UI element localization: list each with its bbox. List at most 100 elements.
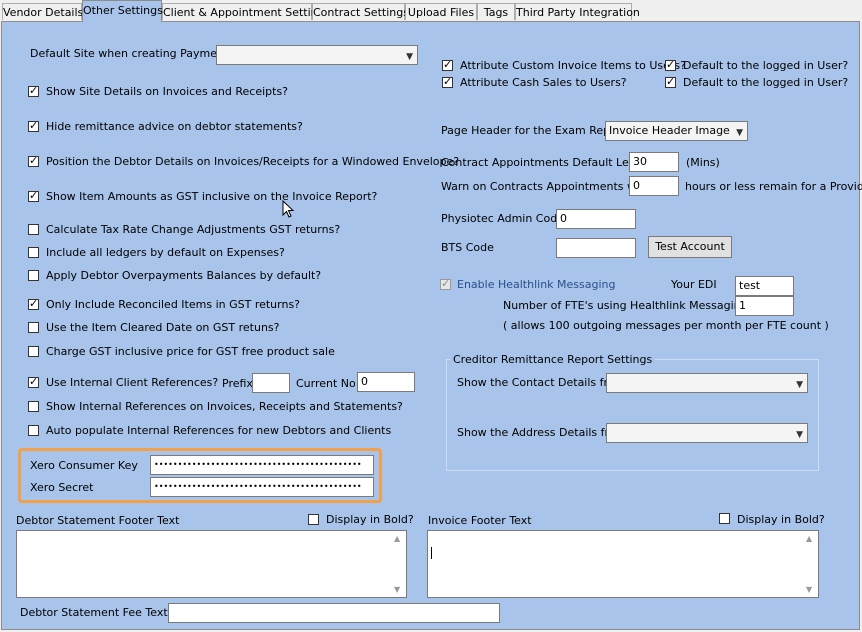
gst-inclusive-label: Show Item Amounts as GST inclusive on th… xyxy=(46,190,378,203)
internal-client-refs-label: Use Internal Client References? xyxy=(46,376,219,389)
show-internal-refs-label: Show Internal References on Invoices, Re… xyxy=(46,400,403,413)
your-edi-input[interactable]: test xyxy=(735,276,794,296)
hide-remittance-label: Hide remittance advice on debtor stateme… xyxy=(46,120,303,133)
include-ledgers-checkbox[interactable] xyxy=(28,247,39,258)
healthlink-label: Enable Healthlink Messaging xyxy=(457,278,616,291)
tab-upload-files[interactable]: Upload Files xyxy=(405,3,477,20)
invoice-footer-textarea[interactable]: ▲ ▼ xyxy=(427,530,819,598)
tab-third-party-integration[interactable]: Third Party Integration xyxy=(515,3,640,20)
text-caret xyxy=(431,547,432,559)
physiotec-input[interactable]: 0 xyxy=(556,209,636,229)
invoice-bold-checkbox[interactable] xyxy=(719,513,730,524)
tax-rate-change-checkbox[interactable] xyxy=(28,224,39,235)
fte-note: ( allows 100 outgoing messages per month… xyxy=(503,319,829,332)
mouse-pointer-icon xyxy=(282,200,294,218)
creditor-remittance-title: Creditor Remittance Report Settings xyxy=(450,353,656,366)
tab-strip: Vendor Details Other Settings Client & A… xyxy=(0,0,862,22)
show-site-details-label: Show Site Details on Invoices and Receip… xyxy=(46,85,289,98)
invoice-bold-label: Display in Bold? xyxy=(737,513,825,526)
chevron-down-icon: ▼ xyxy=(736,128,743,138)
fte-label: Number of FTE's using Healthlink Messagi… xyxy=(503,299,748,312)
prefix-input[interactable] xyxy=(252,373,290,393)
warn-contracts-label: Warn on Contracts Appointments when xyxy=(441,180,657,193)
prefix-label: Prefix xyxy=(222,377,253,390)
default-user-2-checkbox[interactable] xyxy=(665,75,676,88)
gst-inclusive-checkbox[interactable] xyxy=(28,189,39,202)
debtor-fee-label: Debtor Statement Fee Text xyxy=(20,606,168,619)
default-user-1-label: Default to the logged in User? xyxy=(683,59,849,72)
current-no-label: Current No xyxy=(296,377,356,390)
invoice-footer-scrollbar[interactable]: ▲ ▼ xyxy=(802,531,818,597)
tab-contract-settings[interactable]: Contract Settings xyxy=(312,3,409,20)
windowed-envelope-label: Position the Debtor Details on Invoices/… xyxy=(46,155,460,168)
debtor-footer-label: Debtor Statement Footer Text xyxy=(16,514,180,527)
xero-consumer-key-label: Xero Consumer Key xyxy=(30,459,138,472)
healthlink-checkbox[interactable] xyxy=(440,277,451,290)
contact-details-label: Show the Contact Details from xyxy=(457,376,626,389)
include-ledgers-label: Include all ledgers by default on Expens… xyxy=(46,246,285,259)
default-site-label: Default Site when creating Payments xyxy=(30,47,235,60)
default-user-2-label: Default to the logged in User? xyxy=(683,76,849,89)
default-user-1-checkbox[interactable] xyxy=(665,58,676,71)
test-account-button[interactable]: Test Account xyxy=(648,236,732,258)
attr-cash-sales-checkbox[interactable] xyxy=(442,75,453,88)
xero-consumer-key-input[interactable]: ••••••••••••••••••••••••••••••••••••••••… xyxy=(150,455,374,475)
scroll-down-icon[interactable]: ▼ xyxy=(394,585,400,594)
debtor-bold-checkbox[interactable] xyxy=(308,514,319,525)
contract-length-unit: (Mins) xyxy=(686,156,720,169)
physiotec-label: Physiotec Admin Code xyxy=(441,212,564,225)
bts-code-label: BTS Code xyxy=(441,241,494,254)
default-site-select[interactable]: ▼ xyxy=(216,45,418,65)
item-cleared-date-checkbox[interactable] xyxy=(28,322,39,333)
debtor-footer-textarea[interactable]: ▲ ▼ xyxy=(16,530,407,598)
charge-gst-inclusive-checkbox[interactable] xyxy=(28,346,39,357)
contract-length-input[interactable]: 30 xyxy=(629,152,679,172)
attr-cash-sales-label: Attribute Cash Sales to Users? xyxy=(460,76,627,89)
page-header-value: Invoice Header Image xyxy=(609,124,730,137)
xero-secret-label: Xero Secret xyxy=(30,481,94,494)
debtor-overpayments-checkbox[interactable] xyxy=(28,270,39,281)
internal-client-refs-checkbox[interactable] xyxy=(28,375,39,388)
debtor-fee-input[interactable] xyxy=(168,603,500,623)
current-no-input[interactable]: 0 xyxy=(357,372,415,392)
your-edi-label: Your EDI xyxy=(671,278,717,291)
debtor-overpayments-label: Apply Debtor Overpayments Balances by de… xyxy=(46,269,322,282)
bts-code-input[interactable] xyxy=(556,238,636,258)
address-details-select[interactable]: ▼ xyxy=(606,423,808,443)
item-cleared-date-label: Use the Item Cleared Date on GST retuns? xyxy=(46,321,280,334)
warn-contracts-input[interactable]: 0 xyxy=(629,176,679,196)
warn-contracts-suffix: hours or less remain for a Provider xyxy=(685,180,862,193)
page-header-label: Page Header for the Exam Report xyxy=(441,124,626,137)
tax-rate-change-label: Calculate Tax Rate Change Adjustments GS… xyxy=(46,223,341,236)
tab-tags[interactable]: Tags xyxy=(477,3,515,20)
debtor-footer-scrollbar[interactable]: ▲ ▼ xyxy=(390,531,406,597)
windowed-envelope-checkbox[interactable] xyxy=(28,154,39,167)
contact-details-select[interactable]: ▼ xyxy=(606,373,808,393)
page-header-select[interactable]: Invoice Header Image ▼ xyxy=(605,121,748,141)
chevron-down-icon: ▼ xyxy=(796,380,803,390)
auto-populate-refs-label: Auto populate Internal References for ne… xyxy=(46,424,392,437)
scroll-down-icon[interactable]: ▼ xyxy=(806,585,812,594)
xero-secret-input[interactable]: ••••••••••••••••••••••••••••••••••••••••… xyxy=(150,477,374,497)
hide-remittance-checkbox[interactable] xyxy=(28,119,39,132)
tab-vendor-details[interactable]: Vendor Details xyxy=(2,3,83,20)
tab-other-settings[interactable]: Other Settings xyxy=(82,0,163,22)
show-internal-refs-checkbox[interactable] xyxy=(28,401,39,412)
chevron-down-icon: ▼ xyxy=(796,430,803,440)
show-site-details-checkbox[interactable] xyxy=(28,84,39,97)
debtor-bold-label: Display in Bold? xyxy=(326,513,414,526)
tab-client-appointment-settings[interactable]: Client & Appointment Settings xyxy=(162,3,330,20)
fte-input[interactable]: 1 xyxy=(735,296,794,316)
contract-length-label: Contract Appointments Default Length xyxy=(441,156,655,169)
reconciled-items-label: Only Include Reconciled Items in GST ret… xyxy=(46,298,301,311)
scroll-up-icon[interactable]: ▲ xyxy=(394,534,400,543)
address-details-label: Show the Address Details from xyxy=(457,426,627,439)
chevron-down-icon: ▼ xyxy=(406,52,413,62)
attr-custom-items-checkbox[interactable] xyxy=(442,58,453,71)
attr-custom-items-label: Attribute Custom Invoice Items to Users? xyxy=(460,59,686,72)
reconciled-items-checkbox[interactable] xyxy=(28,297,39,310)
auto-populate-refs-checkbox[interactable] xyxy=(28,425,39,436)
invoice-footer-label: Invoice Footer Text xyxy=(428,514,532,527)
charge-gst-inclusive-label: Charge GST inclusive price for GST free … xyxy=(46,345,335,358)
scroll-up-icon[interactable]: ▲ xyxy=(806,534,812,543)
